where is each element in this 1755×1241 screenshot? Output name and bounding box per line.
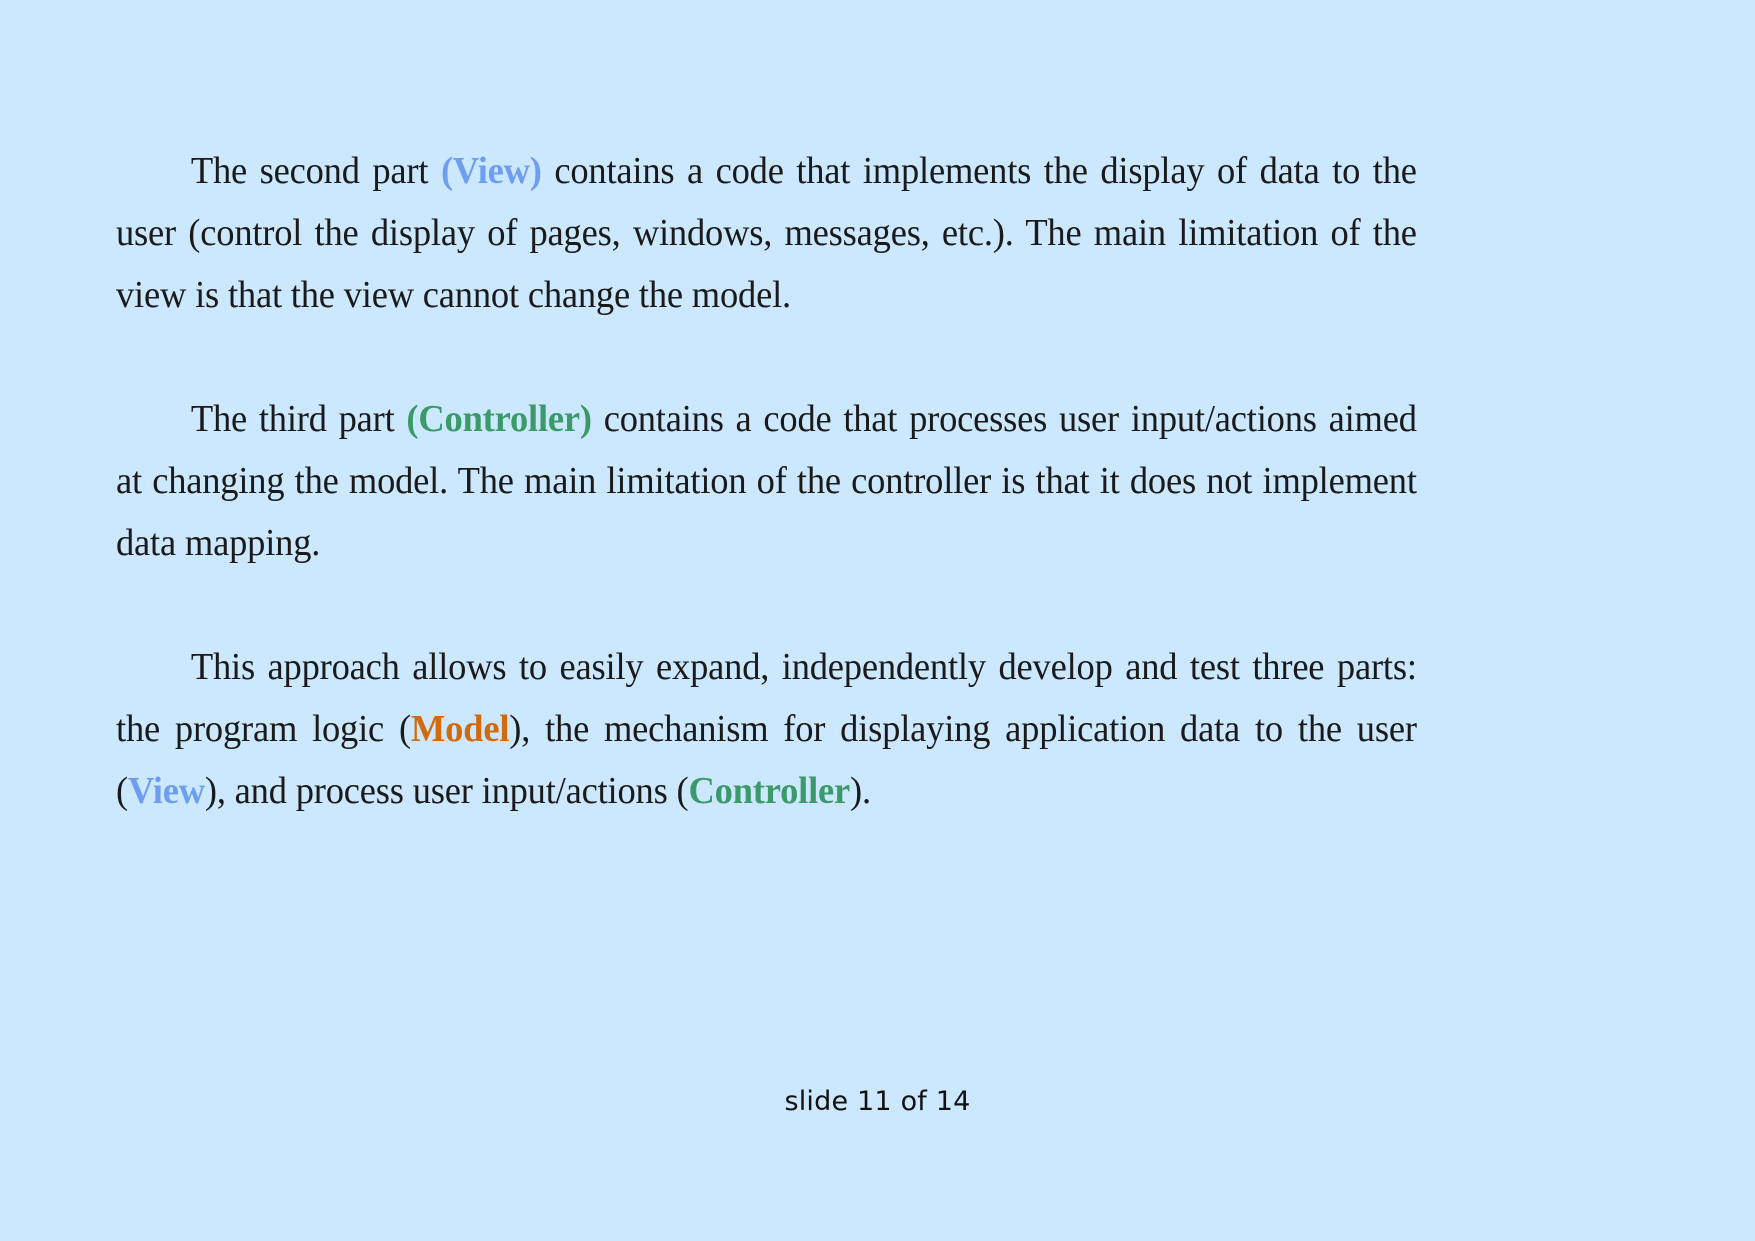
keyword-view: (View) [440, 150, 542, 192]
keyword-view-secondary: View [127, 770, 205, 812]
slide-body: The second part (View) contains a code t… [116, 140, 1471, 822]
paragraph-controller: The third part (Controller) contains a c… [116, 388, 1417, 574]
paragraph-summary: This approach allows to easily expand, i… [116, 636, 1417, 822]
paragraph-summary-run-4: ), and process user input/actions ( [204, 770, 689, 812]
paragraph-view: The second part (View) contains a code t… [116, 140, 1417, 326]
keyword-controller: (Controller) [406, 398, 592, 440]
keyword-model: Model [410, 708, 510, 750]
paragraph-controller-run-0: The third part [190, 398, 407, 440]
slide-canvas: The second part (View) contains a code t… [0, 0, 1755, 1241]
paragraph-summary-run-6: ). [850, 770, 871, 812]
slide-number-footer: slide 11 of 14 [784, 1086, 971, 1117]
paragraph-view-run-0: The second part [190, 150, 441, 192]
keyword-controller-secondary: Controller [688, 770, 851, 812]
